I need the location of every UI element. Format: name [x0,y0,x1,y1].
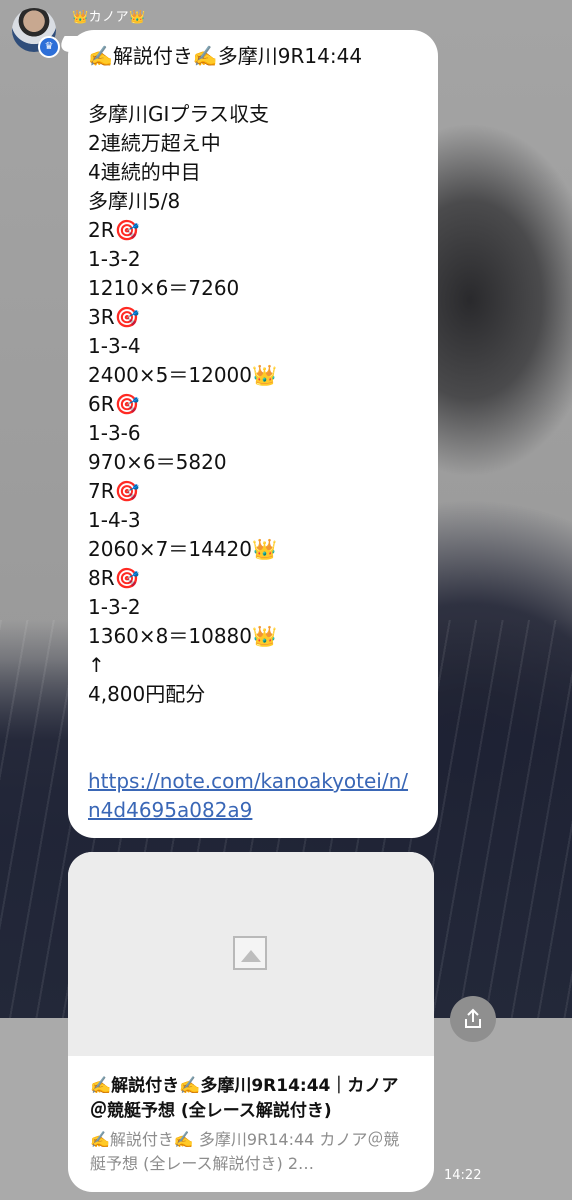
preview-description: ✍️解説付き✍️ 多摩川9R14:44 カノア＠競艇予想 (全レース解説付き) … [90,1130,400,1173]
message-line: 6R🎯 [88,392,140,416]
message-line: 1210×6＝7260 [88,276,240,300]
message-line: 2060×7＝14420👑 [88,537,277,561]
preview-image [68,852,434,1056]
message-line: 8R🎯 [88,566,140,590]
message-line: 2R🎯 [88,218,140,242]
message-line: 2400×5＝12000👑 [88,363,277,387]
message-title: ✍️解説付き✍️多摩川9R14:44 [88,44,363,68]
message-bubble[interactable]: ✍️解説付き✍️多摩川9R14:44 多摩川GIプラス収支 2連続万超え中 4連続的… [68,30,438,838]
preview-title: ✍️解説付き✍️多摩川9R14:44｜カノア＠競艇予想 (全レース解説付き) [90,1076,399,1121]
message-line: 多摩川5/8 [88,189,181,213]
share-button[interactable] [450,996,496,1042]
message-line: 7R🎯 [88,479,140,503]
message-line: 1-3-4 [88,334,141,358]
message-line: 3R🎯 [88,305,140,329]
message-line: 1-3-6 [88,421,141,445]
link-preview-card[interactable]: ✍️解説付き✍️多摩川9R14:44｜カノア＠競艇予想 (全レース解説付き) ✍… [68,852,434,1192]
message-line: 2連続万超え中 [88,131,221,155]
message-body: 多摩川GIプラス収支 2連続万超え中 4連続的中目 多摩川5/8 2R🎯 1-3-2 121… [88,100,418,709]
message-line: 1-4-3 [88,508,141,532]
message-line: 4連続的中目 [88,160,201,184]
message-line: 970×6＝5820 [88,450,227,474]
sender-name: 👑カノア👑 [72,10,146,25]
share-icon [465,1008,481,1028]
note-link[interactable]: https://note.com/kanoakyotei/n/n4d4695a0… [88,767,418,825]
message-line: 1-3-2 [88,595,141,619]
message-line: 1-3-2 [88,247,141,271]
image-placeholder-icon [233,936,267,970]
message-line: ↑ [88,653,105,677]
message-line: 1360×8＝10880👑 [88,624,277,648]
verified-crown-icon: ♛ [38,36,60,58]
message-timestamp: 14:22 [444,1168,482,1183]
message-line: 4,800円配分 [88,682,206,706]
message-line: 多摩川GIプラス収支 [88,102,269,126]
